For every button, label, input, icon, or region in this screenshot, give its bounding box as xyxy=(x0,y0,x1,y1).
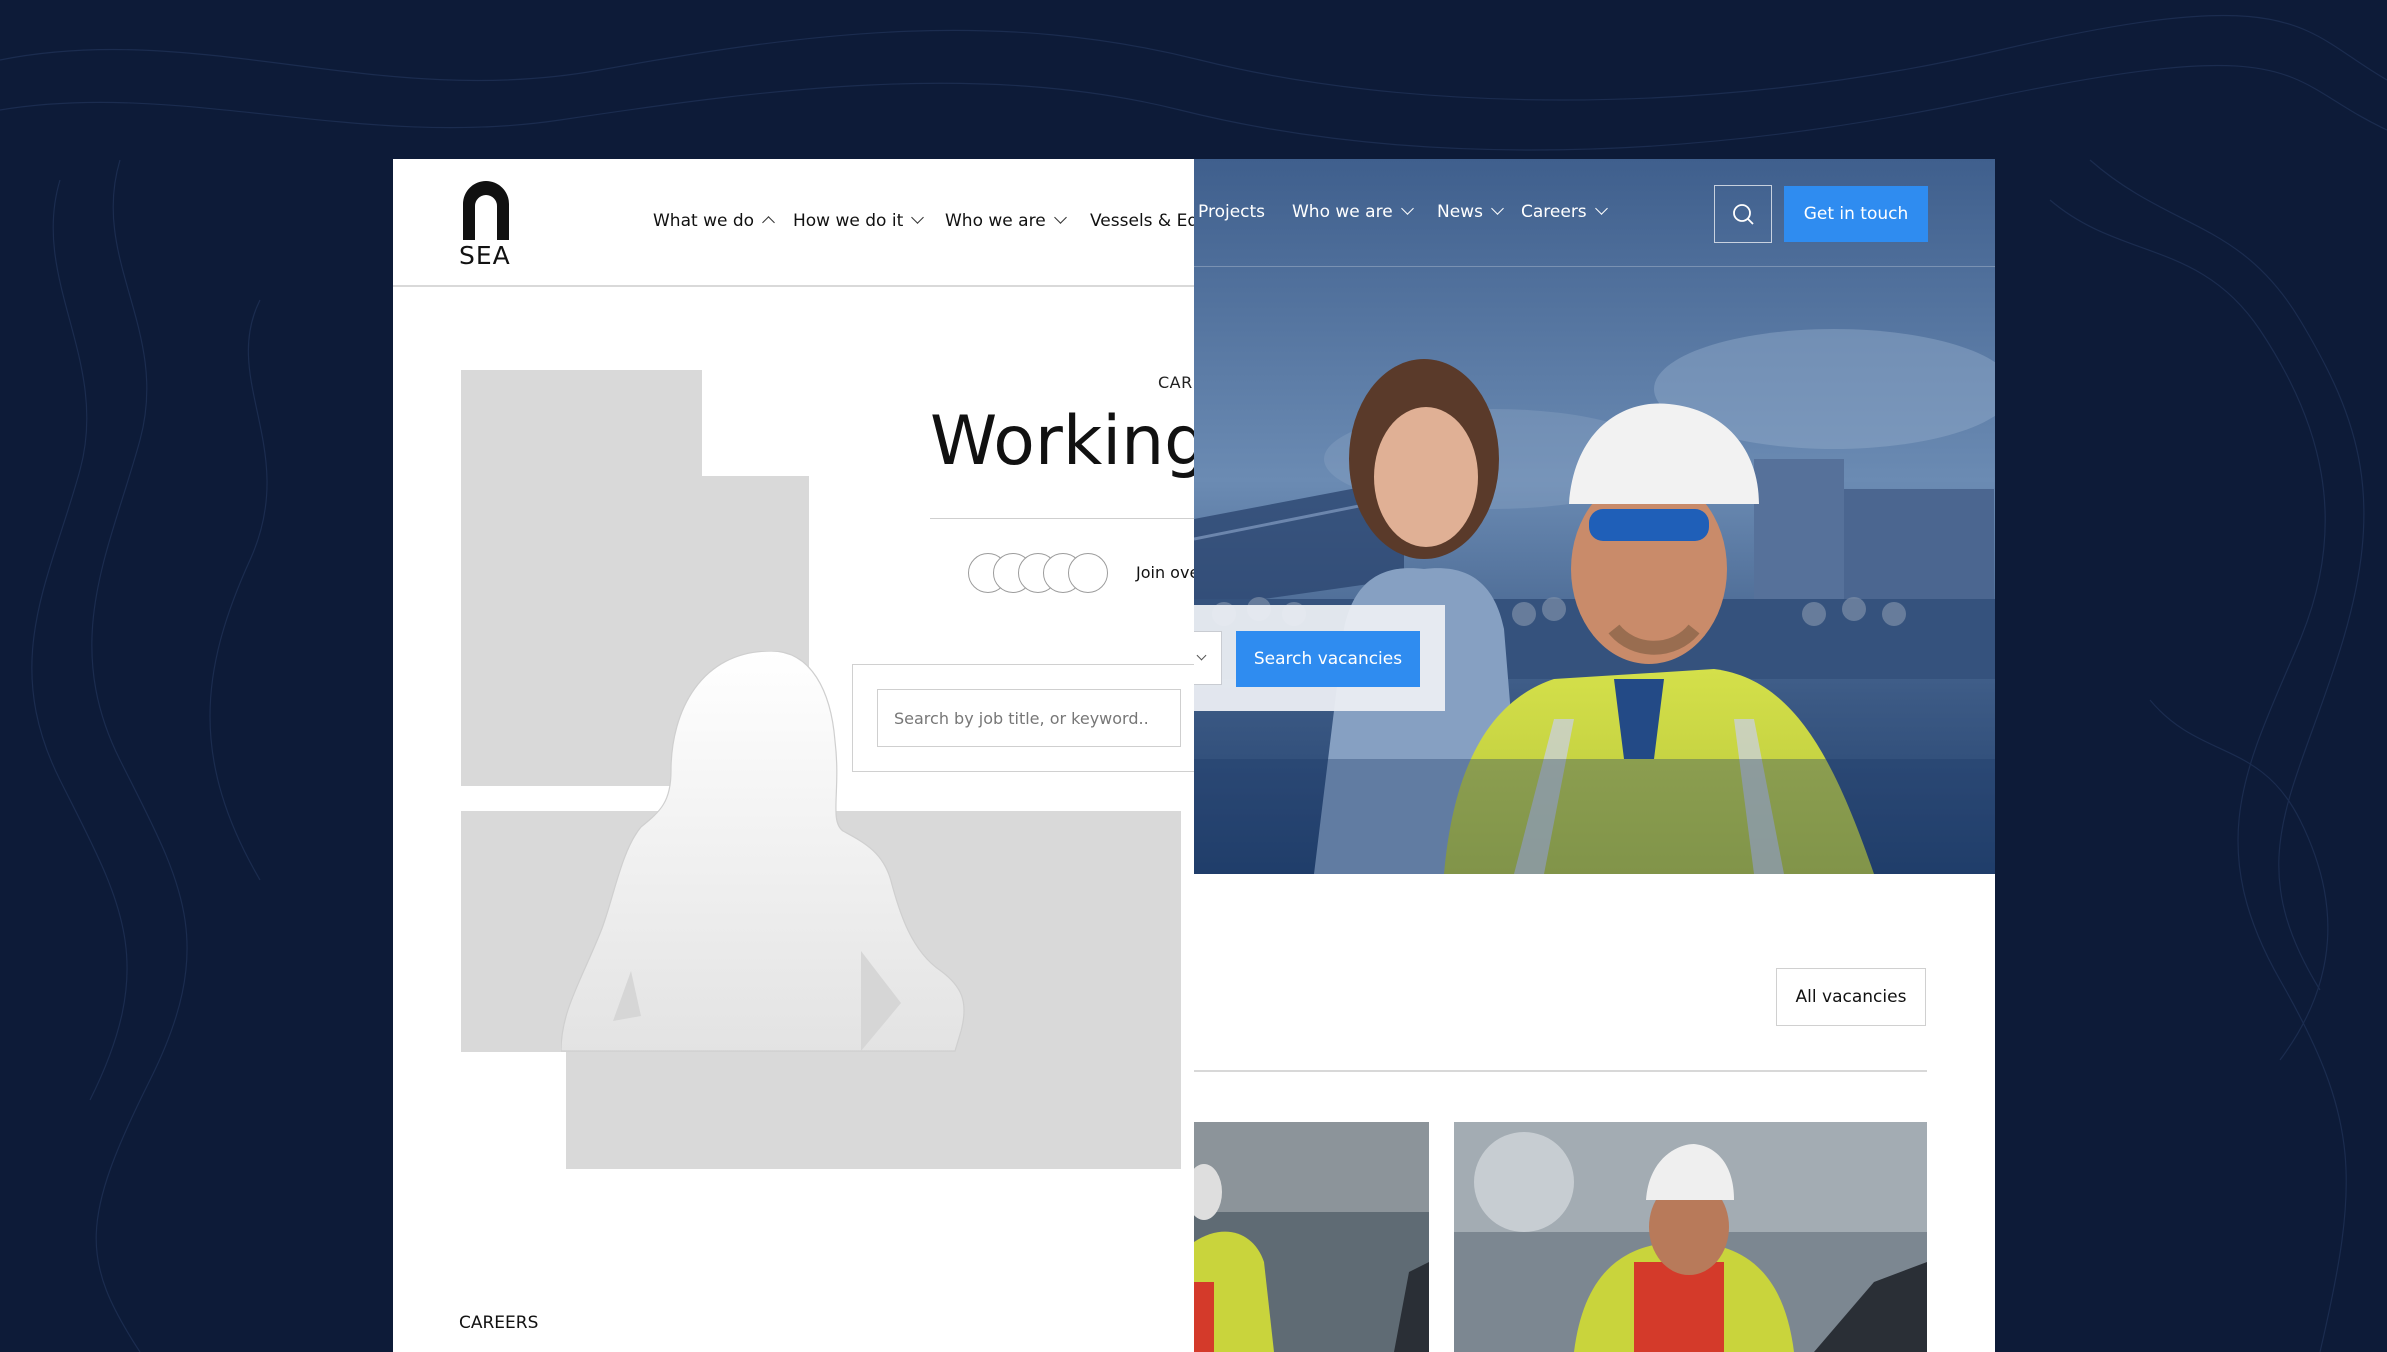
all-vacancies-button[interactable]: All vacancies xyxy=(1776,968,1926,1026)
join-text: Join ove xyxy=(1136,563,1194,582)
website-panel: Projects Who we are News Careers Get in … xyxy=(1194,159,1995,1352)
careers-eyebrow: CARI xyxy=(1158,373,1194,392)
nav-careers[interactable]: Careers xyxy=(1521,202,1608,222)
nav-who-we-are[interactable]: Who we are xyxy=(1292,202,1414,222)
chevron-down-icon xyxy=(1053,211,1067,224)
logo-text: SEA xyxy=(459,241,511,270)
search-vacancies-button[interactable]: Search vacancies xyxy=(1236,631,1420,687)
search-input[interactable] xyxy=(877,689,1181,747)
page-title: Working xyxy=(930,402,1194,481)
vacancy-card-photo[interactable] xyxy=(1454,1122,1927,1352)
chevron-up-icon xyxy=(762,216,775,229)
chevron-down-icon xyxy=(1400,202,1414,215)
chevron-down-icon xyxy=(1491,202,1504,215)
avatar xyxy=(1068,553,1108,593)
nav-vessels[interactable]: Vessels & Equ xyxy=(1090,211,1194,231)
divider xyxy=(1194,1070,1927,1072)
wireframe-panel: SEA What we do How we do it Who we are V… xyxy=(393,159,1194,1352)
vacancy-card-photo[interactable] xyxy=(1194,1122,1429,1352)
comparison-frame: SEA What we do How we do it Who we are V… xyxy=(393,159,1995,1352)
careers-section-eyebrow: CAREERS xyxy=(459,1313,539,1333)
header-divider xyxy=(1194,266,1995,267)
nav-what-we-do[interactable]: What we do xyxy=(653,211,775,231)
nav-projects[interactable]: Projects xyxy=(1198,202,1265,222)
nav-news[interactable]: News xyxy=(1437,202,1504,222)
nav-who-we-are[interactable]: Who we are xyxy=(945,211,1067,231)
divider xyxy=(930,518,1194,519)
category-select[interactable] xyxy=(1194,631,1222,685)
search-button[interactable] xyxy=(1714,185,1772,243)
search-icon xyxy=(1733,204,1754,225)
chevron-down-icon xyxy=(1196,650,1207,661)
get-in-touch-button[interactable]: Get in touch xyxy=(1784,186,1928,242)
chevron-down-icon xyxy=(1594,202,1608,215)
wireframe-header: SEA What we do How we do it Who we are V… xyxy=(393,159,1194,287)
nav-how-we-do-it[interactable]: How we do it xyxy=(793,211,925,231)
chevron-down-icon xyxy=(911,211,925,224)
